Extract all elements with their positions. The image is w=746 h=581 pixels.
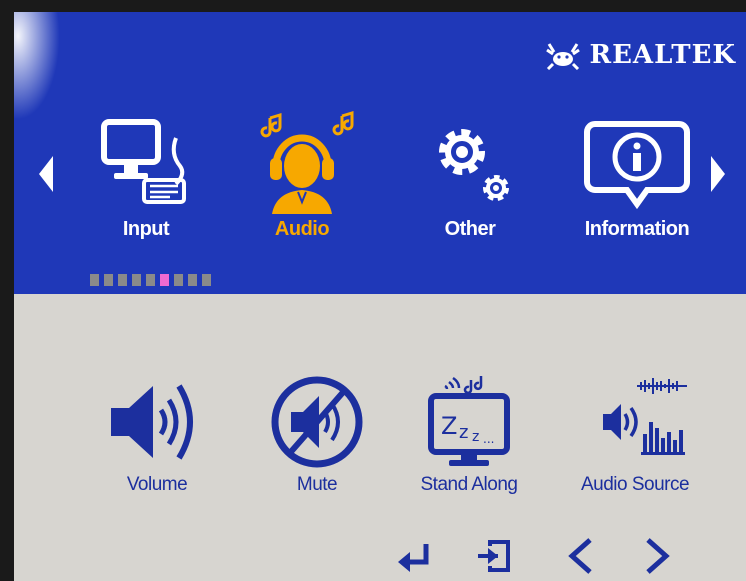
menu-item-input[interactable]: Input: [76, 110, 216, 241]
brand: REALTEK: [545, 40, 736, 70]
exit-icon[interactable]: [474, 536, 514, 576]
page-dot: [174, 274, 183, 286]
page-dot: [146, 274, 155, 286]
page-dot: [118, 274, 127, 286]
right-arrow-icon[interactable]: [636, 536, 676, 576]
menu-label: Audio: [274, 218, 330, 240]
menu-label: Input: [122, 218, 170, 240]
submenu-item-stand-along[interactable]: Z z z ... Stand Along: [394, 372, 544, 496]
page-dot: [90, 274, 99, 286]
enter-icon[interactable]: [394, 536, 434, 576]
info-bubble-icon: [584, 121, 690, 210]
menu-item-other[interactable]: Other: [400, 110, 540, 241]
page-dot: [202, 274, 211, 286]
submenu-label: Stand Along: [420, 474, 518, 495]
left-arrow-icon[interactable]: [562, 536, 602, 576]
brand-name: REALTEK: [589, 40, 736, 70]
headphones-person-icon: [260, 110, 354, 214]
submenu-item-volume[interactable]: Volume: [82, 372, 232, 496]
submenu-item-audio-source[interactable]: Audio Source: [560, 372, 710, 496]
speaker-volume-icon: [111, 384, 193, 460]
page-dot-active: [160, 274, 169, 286]
page-dot: [104, 274, 113, 286]
sleep-monitor-icon: Z z z ...: [428, 376, 510, 466]
submenu-label: Mute: [296, 474, 338, 495]
osd-header: REALTEK Input Audio Other Information: [14, 12, 746, 294]
realtek-crab-logo-icon: [546, 43, 581, 70]
scroll-left-icon[interactable]: [38, 154, 54, 194]
svg-text:Z: Z: [441, 412, 457, 440]
osd-screen: REALTEK Input Audio Other Information Vo…: [14, 12, 746, 581]
submenu-item-mute[interactable]: Mute: [242, 372, 392, 496]
speaker-mute-icon: [271, 376, 363, 468]
svg-text:...: ...: [483, 432, 494, 446]
submenu-label: Volume: [126, 474, 188, 495]
svg-text:z: z: [459, 422, 468, 443]
submenu-label: Audio Source: [580, 474, 690, 495]
menu-item-audio[interactable]: Audio: [232, 110, 372, 241]
menu-label: Information: [584, 218, 690, 240]
scroll-right-icon[interactable]: [710, 154, 726, 194]
page-dot: [188, 274, 197, 286]
audio-source-icon: [603, 378, 687, 455]
gears-icon: [439, 129, 509, 201]
menu-item-information[interactable]: Information: [562, 110, 712, 241]
monitor-keyboard-icon: [101, 119, 186, 204]
page-indicator: [90, 274, 211, 286]
menu-label: Other: [444, 218, 496, 240]
svg-text:z: z: [472, 429, 479, 445]
page-dot: [132, 274, 141, 286]
